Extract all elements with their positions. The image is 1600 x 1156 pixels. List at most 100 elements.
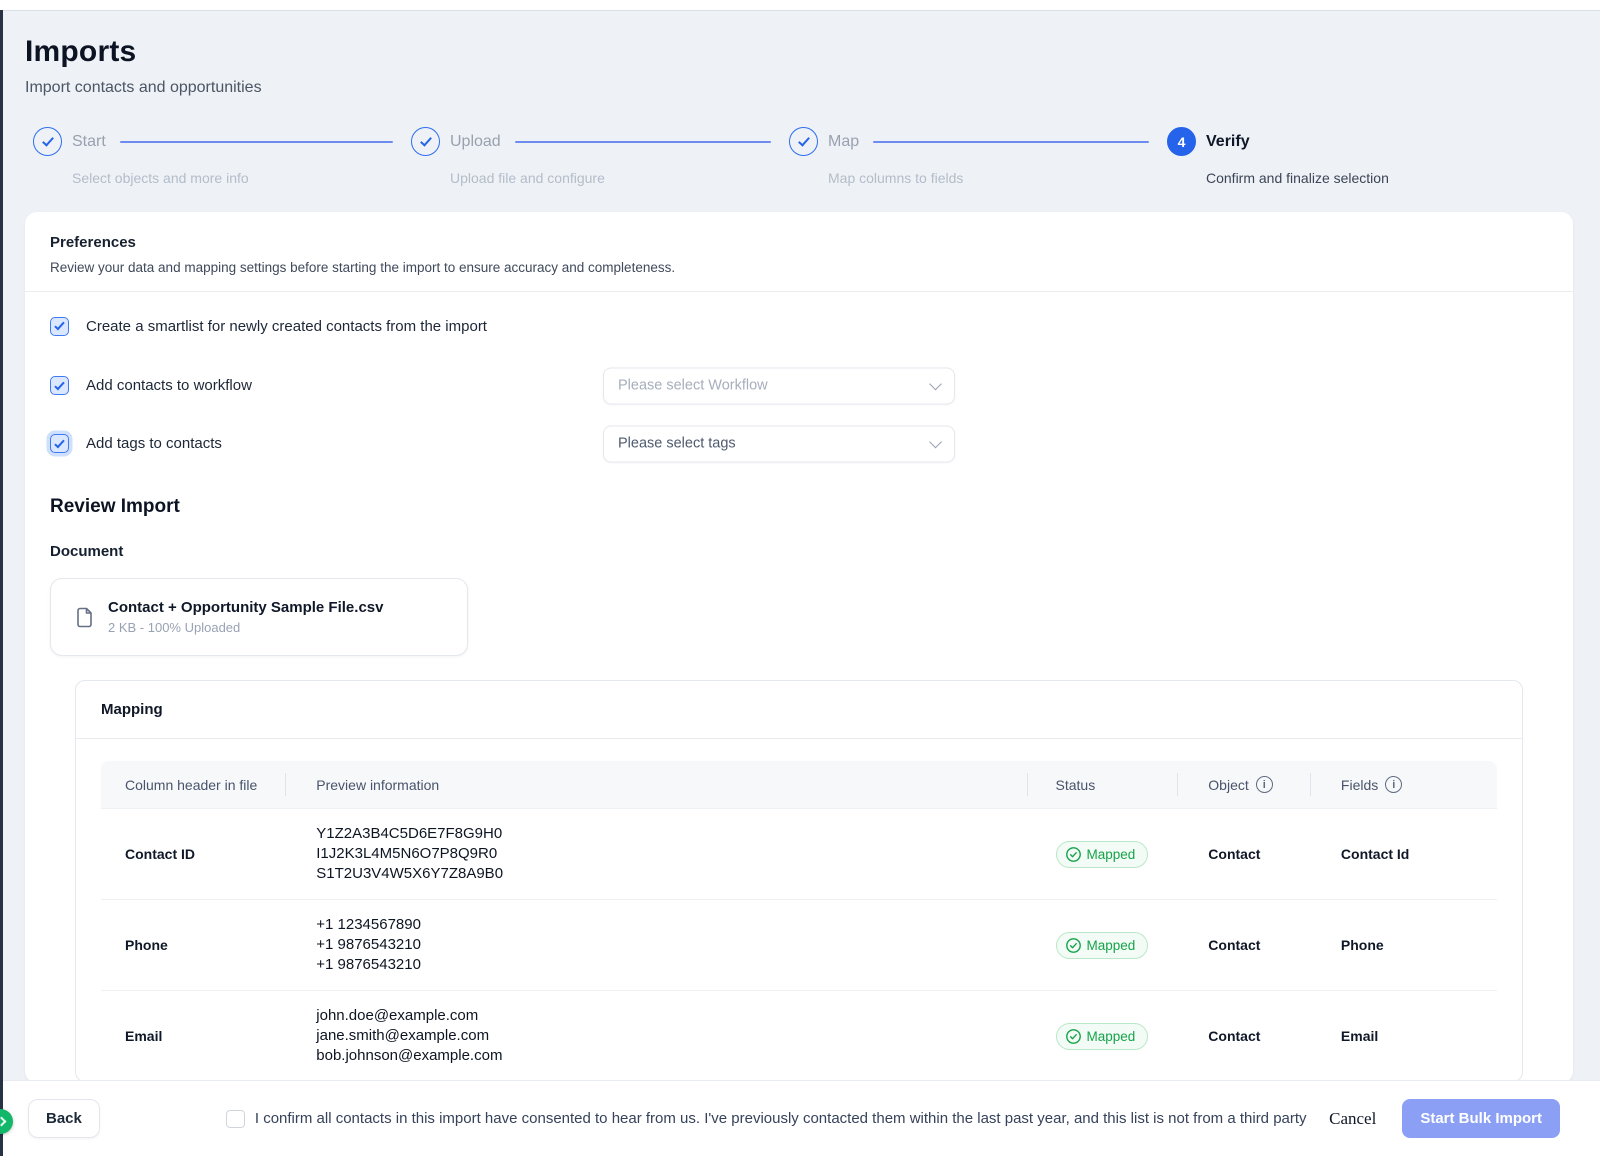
- page-title: Imports: [25, 35, 1560, 69]
- step-label: Start: [72, 133, 106, 151]
- file-icon: [76, 607, 93, 628]
- column-header-preview: Preview information: [285, 761, 1026, 808]
- row-status: Mapped: [1027, 841, 1178, 868]
- step-label: Upload: [450, 133, 501, 151]
- tags-checkbox[interactable]: [50, 434, 69, 453]
- step-upload[interactable]: Upload Upload file and configure: [411, 127, 789, 186]
- option-label: Add contacts to workflow: [86, 377, 252, 394]
- file-info: Contact + Opportunity Sample File.csv 2 …: [108, 599, 383, 635]
- tags-select-placeholder: Please select tags: [618, 436, 931, 452]
- preferences-options: Create a smartlist for newly created con…: [25, 316, 1573, 1082]
- check-icon: [42, 134, 54, 146]
- check-icon: [54, 379, 64, 390]
- chevron-down-icon: [929, 377, 942, 390]
- smartlist-checkbox[interactable]: [50, 317, 69, 336]
- footer-actions: Cancel Start Bulk Import: [1329, 1099, 1560, 1138]
- check-circle-icon: [1066, 847, 1081, 862]
- chevron-down-icon: [929, 435, 942, 448]
- step-verify[interactable]: 4 Verify Confirm and finalize selection: [1167, 127, 1560, 186]
- row-status: Mapped: [1027, 932, 1178, 959]
- step-label: Verify: [1206, 133, 1250, 151]
- mapping-title: Mapping: [101, 701, 1497, 718]
- preview-line: bob.johnson@example.com: [316, 1046, 1026, 1066]
- step-check-circle: [411, 127, 440, 156]
- preview-line: S1T2U3V4W5X6Y7Z8A9B0: [316, 864, 1026, 884]
- tags-select[interactable]: Please select tags: [603, 425, 955, 462]
- row-object: Contact: [1177, 1028, 1310, 1044]
- row-preview: Y1Z2A3B4C5D6E7F8G9H0 I1J2K3L4M5N6O7P8Q9R…: [285, 824, 1026, 884]
- preferences-section: Preferences Review your data and mapping…: [25, 212, 1573, 291]
- column-header-object-label: Object: [1208, 777, 1248, 793]
- footer-bar: Back I confirm all contacts in this impo…: [0, 1080, 1600, 1156]
- step-description: Select objects and more info: [72, 170, 411, 186]
- workflow-checkbox[interactable]: [50, 376, 69, 395]
- file-name: Contact + Opportunity Sample File.csv: [108, 599, 383, 616]
- consent-checkbox[interactable]: [226, 1110, 245, 1128]
- step-check-circle: [789, 127, 818, 156]
- page-header: Imports Import contacts and opportunitie…: [0, 11, 1600, 97]
- uploaded-file-card[interactable]: Contact + Opportunity Sample File.csv 2 …: [50, 578, 468, 656]
- row-column-name: Email: [101, 1028, 285, 1044]
- option-label: Add tags to contacts: [86, 435, 222, 452]
- check-circle-icon: [1066, 938, 1081, 953]
- check-icon: [54, 437, 64, 448]
- cancel-button[interactable]: Cancel: [1329, 1109, 1376, 1129]
- file-meta: 2 KB - 100% Uploaded: [108, 620, 383, 635]
- status-label: Mapped: [1087, 1029, 1136, 1044]
- workflow-select[interactable]: Please select Workflow: [603, 367, 955, 404]
- option-add-tags: Add tags to contacts Please select tags: [50, 425, 1548, 462]
- back-button[interactable]: Back: [28, 1099, 100, 1138]
- info-icon[interactable]: i: [1256, 776, 1273, 793]
- check-circle-icon: [1066, 1029, 1081, 1044]
- column-header-file: Column header in file: [101, 761, 285, 808]
- row-column-name: Contact ID: [101, 846, 285, 862]
- row-object: Contact: [1177, 846, 1310, 862]
- review-import-title: Review Import: [50, 496, 1548, 518]
- verify-panel: Preferences Review your data and mapping…: [25, 212, 1573, 1083]
- step-start[interactable]: Start Select objects and more info: [33, 127, 411, 186]
- chevron-right-icon: [0, 1117, 6, 1127]
- sidebar-edge: [0, 10, 3, 1156]
- row-column-name: Phone: [101, 937, 285, 953]
- table-row-phone: Phone +1 1234567890 +1 9876543210 +1 987…: [101, 899, 1497, 990]
- status-badge: Mapped: [1056, 841, 1149, 868]
- page-subtitle: Import contacts and opportunities: [25, 79, 1560, 97]
- check-icon: [54, 320, 64, 331]
- start-bulk-import-button[interactable]: Start Bulk Import: [1402, 1099, 1560, 1138]
- mapping-table-header: Column header in file Preview informatio…: [101, 761, 1497, 808]
- preview-line: jane.smith@example.com: [316, 1026, 1026, 1046]
- preferences-title: Preferences: [50, 234, 1548, 251]
- step-label: Map: [828, 133, 859, 151]
- option-add-workflow: Add contacts to workflow Please select W…: [50, 367, 1548, 404]
- preview-line: I1J2K3L4M5N6O7P8Q9R0: [316, 844, 1026, 864]
- status-badge: Mapped: [1056, 932, 1149, 959]
- step-map[interactable]: Map Map columns to fields: [789, 127, 1167, 186]
- mapping-card: Mapping Column header in file Preview in…: [75, 680, 1523, 1082]
- step-number-circle: 4: [1167, 127, 1196, 156]
- workflow-select-placeholder: Please select Workflow: [618, 378, 931, 394]
- consent-text: I confirm all contacts in this import ha…: [255, 1110, 1307, 1127]
- mapping-table: Column header in file Preview informatio…: [101, 761, 1497, 1081]
- preview-line: +1 1234567890: [316, 915, 1026, 935]
- step-connector-line: [120, 141, 393, 143]
- status-label: Mapped: [1087, 938, 1136, 953]
- section-divider: [25, 291, 1573, 292]
- document-label: Document: [50, 543, 1548, 560]
- column-header-fields: Fields i: [1310, 761, 1497, 808]
- column-header-object: Object i: [1177, 761, 1310, 808]
- preferences-description: Review your data and mapping settings be…: [50, 260, 1548, 275]
- preview-line: john.doe@example.com: [316, 1006, 1026, 1026]
- step-description: Upload file and configure: [450, 170, 789, 186]
- step-description: Map columns to fields: [828, 170, 1167, 186]
- mapping-header: Mapping: [76, 681, 1522, 738]
- preview-line: +1 9876543210: [316, 955, 1026, 975]
- option-label: Create a smartlist for newly created con…: [86, 318, 487, 335]
- info-icon[interactable]: i: [1385, 776, 1402, 793]
- row-status: Mapped: [1027, 1023, 1178, 1050]
- option-create-smartlist: Create a smartlist for newly created con…: [50, 316, 1548, 336]
- step-connector-line: [873, 141, 1149, 143]
- step-description: Confirm and finalize selection: [1206, 170, 1560, 186]
- row-preview: john.doe@example.com jane.smith@example.…: [285, 1006, 1026, 1066]
- row-field: Email: [1310, 1028, 1497, 1044]
- row-preview: +1 1234567890 +1 9876543210 +1 987654321…: [285, 915, 1026, 975]
